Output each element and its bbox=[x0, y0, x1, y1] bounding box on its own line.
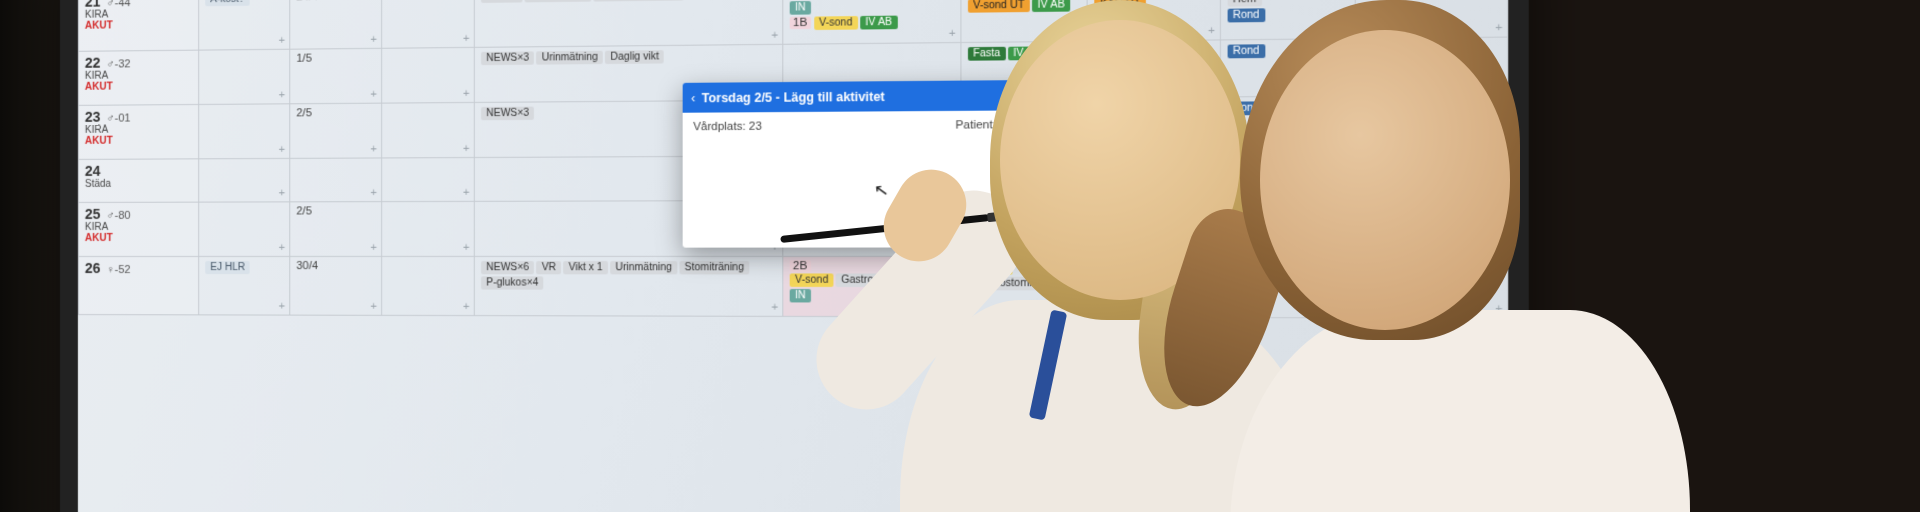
patient-cell[interactable]: 22♂-32 KIRA AKUT bbox=[78, 50, 198, 105]
activity-tag[interactable]: V-sond UT bbox=[968, 0, 1030, 13]
date-cell-2[interactable]: + bbox=[382, 201, 475, 256]
activity-tag[interactable]: Urinmätning bbox=[610, 261, 677, 274]
date-cell-2[interactable]: + bbox=[382, 158, 475, 202]
tasks-cell[interactable]: NEWS×6VRVikt x 1UrinmätningStomiträning P… bbox=[474, 256, 783, 316]
diet-cell[interactable]: A-kost?+ bbox=[199, 0, 290, 50]
date-cell[interactable]: 24/4+ bbox=[290, 0, 382, 49]
diet-cell[interactable]: + bbox=[199, 49, 290, 104]
date-cell[interactable]: + bbox=[290, 158, 382, 202]
patient-cell[interactable]: 21♂-44 KIRA AKUT bbox=[78, 0, 198, 51]
activity-tag[interactable]: IV AB bbox=[1032, 0, 1070, 12]
activity-tag[interactable]: IN bbox=[790, 1, 811, 15]
activity-tag[interactable]: Vikt x 1 bbox=[563, 261, 608, 274]
date-cell[interactable]: 1/5+ bbox=[290, 48, 382, 104]
tasks-cell[interactable]: NEWSUrinmätningPåminn om mo...+ bbox=[474, 0, 783, 47]
date-cell[interactable]: 30/4+ bbox=[290, 256, 382, 315]
modal-title: Torsdag 2/5 - Lägg till aktivitet bbox=[702, 88, 1015, 105]
date-cell[interactable]: 2/5+ bbox=[290, 103, 382, 158]
modal-body[interactable]: Vårdplats: 23 Patient: ♂-01 bbox=[683, 110, 1037, 141]
activity-tag[interactable]: Rond bbox=[1227, 8, 1265, 22]
back-icon[interactable]: ‹ bbox=[691, 91, 695, 105]
date-cell-2[interactable]: + bbox=[382, 47, 475, 103]
bed-field: Vårdplats: 23 bbox=[693, 120, 762, 133]
diet-cell[interactable]: + bbox=[199, 202, 290, 257]
activity-tag[interactable]: V-sond bbox=[814, 16, 858, 30]
activity-tag[interactable]: Daglig vikt bbox=[605, 50, 664, 64]
activity-tag[interactable]: Urinmätning bbox=[525, 0, 592, 2]
activity-tag[interactable]: Påminn om mo... bbox=[593, 0, 683, 2]
patient-cell[interactable]: 26♀-52 bbox=[78, 256, 198, 314]
activity-tag[interactable]: NEWS×6 bbox=[481, 261, 534, 274]
patient-cell[interactable]: 25♂-80 KIRA AKUT bbox=[78, 202, 198, 256]
activity-tag[interactable]: V-sond bbox=[790, 273, 834, 287]
day-cell[interactable]: OpKADMiktionsobsIN1B V-sondIV AB + bbox=[783, 0, 961, 44]
person-2-head bbox=[1260, 30, 1510, 330]
patient-cell[interactable]: 23♂-01 KIRA AKUT bbox=[78, 104, 198, 159]
date-cell-2[interactable]: 24/4+ bbox=[382, 0, 475, 48]
patient-cell[interactable]: 24 Städa bbox=[78, 159, 198, 203]
activity-tag[interactable]: IN bbox=[790, 289, 811, 302]
activity-tag[interactable]: Fasta bbox=[968, 47, 1006, 61]
activity-tag[interactable]: Stomiträning bbox=[679, 261, 749, 274]
activity-tag[interactable]: NEWS×3 bbox=[481, 107, 534, 121]
diet-cell[interactable]: + bbox=[199, 104, 290, 159]
scene-root: ♂-48 A-kost?+ 30/4+ + NEWS×3P-glukos×4Mi… bbox=[0, 0, 1920, 512]
modal-header: ‹ Torsdag 2/5 - Lägg till aktivitet ✕ bbox=[683, 80, 1037, 113]
diet-cell[interactable]: EJ HLR+ bbox=[199, 256, 290, 315]
date-cell-2[interactable]: + bbox=[382, 256, 475, 315]
date-cell-2[interactable]: + bbox=[382, 102, 475, 158]
activity-tag[interactable]: Rond bbox=[1227, 44, 1265, 58]
activity-tag[interactable]: IV AB bbox=[860, 16, 898, 30]
activity-tag[interactable]: P-glukos×4 bbox=[481, 276, 544, 289]
activity-tag[interactable]: NEWS bbox=[481, 0, 522, 3]
activity-tag[interactable]: Urinmätning bbox=[536, 51, 603, 65]
diet-cell[interactable]: + bbox=[199, 158, 290, 202]
activity-tag[interactable]: VR bbox=[536, 261, 561, 274]
date-cell[interactable]: 2/5+ bbox=[290, 202, 382, 257]
activity-tag[interactable]: NEWS×3 bbox=[481, 51, 534, 65]
activity-tag[interactable]: Hem bbox=[1227, 0, 1262, 7]
